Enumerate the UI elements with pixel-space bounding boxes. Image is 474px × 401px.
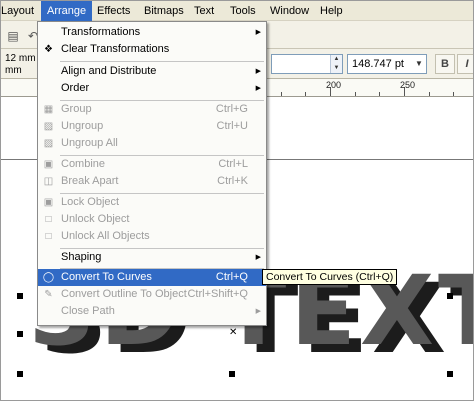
menu-item-shortcut: Ctrl+Shift+Q [187, 288, 248, 300]
menu-help[interactable]: Help [314, 1, 349, 21]
ruler-tick [281, 92, 282, 96]
menu-item-unlock-object[interactable]: □ Unlock Object [38, 211, 266, 228]
clear-transformations-icon: ❖ [44, 44, 53, 55]
selection-handle[interactable] [17, 371, 23, 377]
menu-item-label: Align and Distribute [61, 65, 157, 77]
menu-item-align-distribute[interactable]: Align and Distribute ▶ [38, 63, 266, 80]
selection-handle[interactable] [447, 293, 453, 299]
menu-item-label: Combine [61, 158, 106, 170]
application-window: Layout Arrange Effects Bitmaps Text Tool… [0, 0, 474, 401]
ruler-tick [355, 92, 356, 96]
group-icon: ▦ [43, 104, 54, 115]
ungroup-all-icon: ▨ [43, 138, 54, 149]
menu-item-unlock-all[interactable]: □ Unlock All Objects [38, 228, 266, 245]
menu-item-shortcut: Ctrl+Q [215, 271, 248, 283]
width-field[interactable]: ▲ ▼ [271, 54, 343, 74]
ungroup-icon: ▨ [43, 121, 54, 132]
unlock-all-icon: □ [45, 231, 52, 242]
size-field[interactable]: 148.747 pt ▼ [347, 54, 427, 74]
submenu-arrow-icon: ▶ [255, 29, 261, 36]
unlock-icon: □ [45, 214, 52, 225]
submenu-arrow-icon: ▶ [255, 68, 261, 75]
menu-item-ungroup-all[interactable]: ▨ Ungroup All [38, 135, 266, 152]
menu-item-label: Lock Object [61, 196, 120, 208]
menu-item-close-path[interactable]: Close Path ▶ [38, 303, 266, 320]
menu-item-convert-outline[interactable]: ✎ Convert Outline To Object Ctrl+Shift+Q [38, 286, 266, 303]
menu-text[interactable]: Text [188, 1, 220, 21]
menu-item-shortcut: Ctrl+L [218, 158, 248, 170]
menu-separator [60, 61, 264, 62]
convert-outline-icon: ✎ [44, 289, 53, 300]
ruler-tick [379, 92, 380, 96]
menu-item-label: Shaping [61, 251, 102, 263]
ruler-label: 250 [400, 80, 416, 90]
menu-item-shortcut: Ctrl+G [215, 103, 248, 115]
selection-handle[interactable] [17, 293, 23, 299]
lock-icon: ▣ [43, 197, 54, 208]
menu-bitmaps[interactable]: Bitmaps [138, 1, 190, 21]
menu-item-label: Group [61, 103, 92, 115]
menu-item-shortcut: Ctrl+K [217, 175, 248, 187]
menu-item-label: Ungroup All [61, 137, 118, 149]
menu-item-combine[interactable]: ▣ Combine Ctrl+L [38, 156, 266, 173]
combine-icon: ▣ [43, 159, 54, 170]
menu-item-label: Close Path [61, 305, 115, 317]
menu-window[interactable]: Window [264, 1, 315, 21]
size-field-value: 148.747 pt [352, 58, 404, 70]
menu-item-label: Clear Transformations [61, 43, 170, 55]
menu-effects[interactable]: Effects [91, 1, 136, 21]
arrange-menu: Transformations ▶ ❖ Clear Transformation… [37, 21, 267, 326]
menu-item-label: Convert Outline To Object [61, 288, 187, 300]
menu-item-label: Transformations [61, 26, 141, 38]
menu-item-break-apart[interactable]: ◫ Break Apart Ctrl+K [38, 173, 266, 190]
menu-item-clear-transformations[interactable]: ❖ Clear Transformations [38, 41, 266, 58]
menu-layout[interactable]: Layout [1, 1, 40, 21]
convert-to-curves-icon: ◯ [42, 272, 55, 283]
menu-item-group[interactable]: ▦ Group Ctrl+G [38, 101, 266, 118]
menu-item-transformations[interactable]: Transformations ▶ [38, 24, 266, 41]
menu-item-label: Order [61, 82, 90, 94]
save-icon[interactable]: ▤ [3, 25, 23, 45]
selection-handle[interactable] [447, 371, 453, 377]
width-spinner[interactable]: ▲ ▼ [330, 55, 342, 73]
dimension-top-label: 12 mm [5, 53, 36, 64]
menu-item-label: Unlock Object [61, 213, 130, 225]
dimension-bottom-label: mm [5, 65, 22, 76]
menu-item-ungroup[interactable]: ▨ Ungroup Ctrl+U [38, 118, 266, 135]
center-mark-icon: ✕ [229, 327, 238, 338]
ruler-tick [429, 92, 430, 96]
menu-bar: Layout Arrange Effects Bitmaps Text Tool… [1, 1, 473, 21]
submenu-arrow-icon: ▶ [255, 85, 261, 92]
menu-item-label: Convert To Curves [61, 271, 152, 283]
menu-item-label: Unlock All Objects [61, 230, 150, 242]
menu-tools[interactable]: Tools [224, 1, 262, 21]
ruler-tick [453, 92, 454, 96]
tooltip: Convert To Curves (Ctrl+Q) [262, 269, 398, 285]
selection-handle[interactable] [17, 331, 23, 337]
submenu-arrow-icon: ▶ [255, 308, 261, 315]
ruler-tick [305, 92, 306, 96]
bold-button[interactable]: B [435, 54, 455, 74]
break-apart-icon: ◫ [43, 176, 54, 187]
ruler-label: 200 [326, 80, 342, 90]
menu-arrange[interactable]: Arrange [41, 1, 93, 21]
italic-button[interactable]: I [457, 54, 473, 74]
menu-item-order[interactable]: Order ▶ [38, 80, 266, 97]
menu-item-shortcut: Ctrl+U [216, 120, 248, 132]
submenu-arrow-icon: ▶ [255, 254, 261, 261]
menu-item-label: Ungroup [61, 120, 104, 132]
menu-item-convert-to-curves[interactable]: ◯ Convert To Curves Ctrl+Q [38, 269, 266, 286]
menu-item-lock-object[interactable]: ▣ Lock Object [38, 194, 266, 211]
chevron-down-icon[interactable]: ▼ [412, 55, 426, 73]
menu-item-shaping[interactable]: Shaping ▶ [38, 249, 266, 266]
selection-handle[interactable] [229, 371, 235, 377]
menu-item-label: Break Apart [61, 175, 119, 187]
